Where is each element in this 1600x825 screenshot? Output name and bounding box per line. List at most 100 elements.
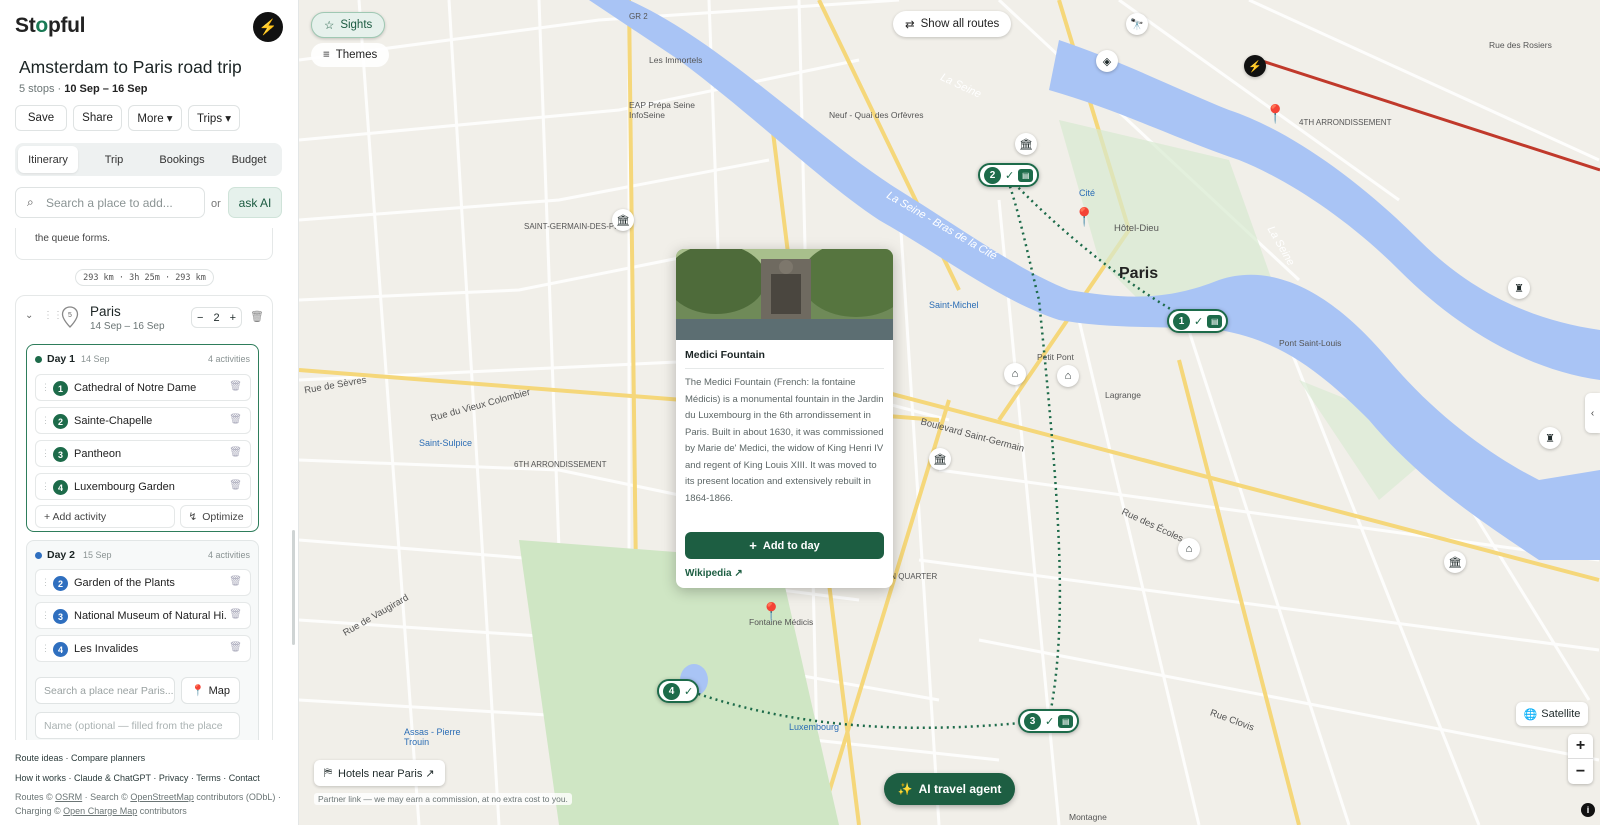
itinerary-marker-2[interactable]: 2 ✓ ▤: [978, 163, 1040, 187]
museum-icon[interactable]: 🏛: [612, 209, 634, 231]
map-pin-icon[interactable]: 📍: [1264, 104, 1286, 125]
osrm-link[interactable]: OSRM: [55, 792, 82, 802]
landmark-icon[interactable]: ⌂: [1178, 538, 1200, 560]
trash-icon[interactable]: 🗑: [229, 642, 242, 653]
telescope-icon[interactable]: 🔭: [1126, 13, 1148, 35]
search-input[interactable]: ⌕ Search a place to add...: [15, 187, 205, 218]
tab-budget[interactable]: Budget: [219, 146, 279, 173]
share-button[interactable]: Share: [73, 105, 122, 131]
satellite-toggle[interactable]: 🌐 Satellite: [1516, 702, 1588, 726]
more-button[interactable]: More ▾: [128, 105, 182, 131]
trash-icon[interactable]: 🗑: [229, 447, 242, 458]
trip-meta: 5 stops · 10 Sep – 16 Sep: [19, 83, 148, 95]
badge-icon[interactable]: ◈: [1096, 50, 1118, 72]
claude-chatgpt-link[interactable]: Claude & ChatGPT: [74, 773, 151, 783]
castle-icon[interactable]: ♜: [1508, 277, 1530, 299]
museum-icon[interactable]: 🏛: [1015, 133, 1037, 155]
itinerary-marker-3[interactable]: 3 ✓ ▤: [1018, 709, 1080, 733]
add-to-day-button[interactable]: + Add to day: [685, 532, 884, 559]
activity-name-field[interactable]: Name (optional — filled from the place: [35, 712, 240, 739]
wikipedia-link[interactable]: Wikipedia ↗: [685, 568, 743, 579]
drag-handle-icon[interactable]: ⋮⋮: [43, 310, 63, 321]
activity-item[interactable]: ⋮ 3 National Museum of Natural Hi... 🗑: [35, 602, 251, 629]
castle-icon[interactable]: ♜: [1539, 427, 1561, 449]
activity-item[interactable]: ⋮ 1 Cathedral of Notre Dame 🗑: [35, 374, 251, 401]
itinerary-marker-1[interactable]: 1 ✓ ▤: [1167, 309, 1229, 333]
nights-stepper[interactable]: − 2 +: [191, 307, 242, 328]
landmark-icon[interactable]: ⌂: [1057, 365, 1079, 387]
city-name: Paris: [90, 304, 121, 319]
filter-icon: ≡: [323, 49, 330, 61]
charging-station-icon[interactable]: ⚡: [1244, 55, 1266, 77]
map-canvas[interactable]: Paris La Seine La Seine La Seine - Bras …: [299, 0, 1600, 825]
contact-link[interactable]: Contact: [229, 773, 260, 783]
tab-itinerary[interactable]: Itinerary: [18, 146, 78, 173]
day-date: 14 Sep: [81, 354, 110, 364]
route-ideas-link[interactable]: Route ideas: [15, 753, 63, 763]
map-label: Pont Saint-Louis: [1279, 338, 1342, 348]
trash-icon[interactable]: 🗑: [229, 609, 242, 620]
map-base-layer: [299, 0, 1600, 825]
activity-item[interactable]: ⋮ 2 Garden of the Plants 🗑: [35, 569, 251, 596]
collapse-panel-button[interactable]: ‹: [1585, 393, 1600, 433]
ocm-link[interactable]: Open Charge Map: [63, 806, 137, 816]
info-icon[interactable]: i: [1581, 803, 1595, 817]
themes-button[interactable]: ≡ Themes: [311, 43, 390, 67]
sparkles-icon: ✨: [897, 782, 913, 796]
drag-handle-icon[interactable]: ⋮: [41, 610, 50, 621]
activity-item[interactable]: ⋮ 2 Sainte-Chapelle 🗑: [35, 407, 251, 434]
increment-button[interactable]: +: [230, 312, 236, 324]
sidebar-scrollbar[interactable]: [292, 530, 295, 645]
activity-name: Garden of the Plants: [74, 577, 175, 589]
compare-planners-link[interactable]: Compare planners: [71, 753, 145, 763]
sights-toggle[interactable]: ☆ Sights: [311, 12, 386, 38]
drag-handle-icon[interactable]: ⋮: [41, 643, 50, 654]
ticket-icon: ▤: [1207, 314, 1223, 328]
itinerary-marker-4[interactable]: 4 ✓: [657, 679, 700, 703]
museum-icon[interactable]: 🏛: [1444, 551, 1466, 573]
optimize-button[interactable]: ↯ Optimize: [180, 505, 252, 528]
map-button[interactable]: 📍 Map: [181, 677, 240, 704]
account-icon[interactable]: ⚡: [253, 12, 283, 42]
ticket-icon: ▤: [1018, 168, 1034, 182]
hotels-near-button[interactable]: ⛿ Hotels near Paris ↗: [314, 760, 445, 786]
activity-item[interactable]: ⋮ 4 Luxembourg Garden 🗑: [35, 473, 251, 500]
itinerary-list[interactable]: the queue forms. 293 km · 3h 25m · 293 k…: [0, 228, 298, 740]
how-it-works-link[interactable]: How it works: [15, 773, 66, 783]
trips-button[interactable]: Trips ▾: [188, 105, 240, 131]
drag-handle-icon[interactable]: ⋮: [41, 415, 50, 426]
activity-item[interactable]: ⋮ 3 Pantheon 🗑: [35, 440, 251, 467]
trash-icon[interactable]: 🗑: [229, 414, 242, 425]
museum-icon[interactable]: 🏛: [929, 448, 951, 470]
show-all-routes-button[interactable]: ⇄ Show all routes: [893, 11, 1012, 37]
delete-city-icon[interactable]: 🗑: [250, 310, 264, 323]
activity-item[interactable]: ⋮ 4 Les Invalides 🗑: [35, 635, 251, 662]
trash-icon[interactable]: 🗑: [229, 381, 242, 392]
app-logo[interactable]: Stopful: [15, 14, 86, 38]
map-pin-icon[interactable]: 📍: [760, 602, 782, 623]
landmark-icon[interactable]: ⌂: [1004, 363, 1026, 385]
map-pin-icon[interactable]: 📍: [1073, 207, 1095, 228]
add-activity-button[interactable]: + Add activity: [35, 505, 175, 528]
terms-link[interactable]: Terms: [196, 773, 221, 783]
place-search-input[interactable]: Search a place near Paris...: [35, 677, 175, 704]
ai-travel-agent-button[interactable]: ✨ AI travel agent: [884, 773, 1015, 805]
zoom-in-button[interactable]: +: [1568, 734, 1593, 759]
trash-icon[interactable]: 🗑: [229, 480, 242, 491]
zoom-out-button[interactable]: −: [1568, 759, 1593, 784]
chevron-down-icon[interactable]: ⌄: [25, 310, 33, 321]
drag-handle-icon[interactable]: ⋮: [41, 481, 50, 492]
drag-handle-icon[interactable]: ⋮: [41, 448, 50, 459]
decrement-button[interactable]: −: [197, 312, 203, 324]
trash-icon[interactable]: 🗑: [229, 576, 242, 587]
ask-ai-button[interactable]: ask AI: [228, 187, 282, 218]
drag-handle-icon[interactable]: ⋮: [41, 382, 50, 393]
day-dot: [35, 356, 42, 363]
privacy-link[interactable]: Privacy: [159, 773, 189, 783]
activity-number: 3: [53, 609, 68, 624]
save-button[interactable]: Save: [15, 105, 67, 131]
tab-bookings[interactable]: Bookings: [149, 146, 215, 173]
osm-link[interactable]: OpenStreetMap: [130, 792, 194, 802]
drag-handle-icon[interactable]: ⋮: [41, 577, 50, 588]
tab-trip[interactable]: Trip: [84, 146, 144, 173]
